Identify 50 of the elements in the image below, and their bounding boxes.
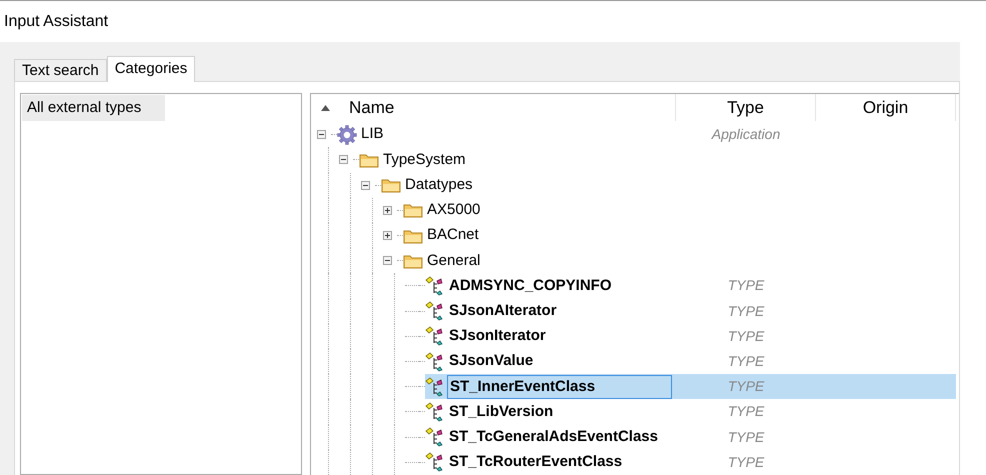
- structure-icon: [425, 452, 445, 472]
- structure-icon: [425, 326, 445, 346]
- folder-icon: [359, 152, 379, 168]
- structure-icon: [425, 301, 445, 322]
- type-cell-text: TYPE: [728, 452, 764, 472]
- tree-item-label[interactable]: LIB: [359, 123, 386, 146]
- tree-item-label[interactable]: ST_TcGeneralAdsEventClass: [447, 426, 660, 448]
- type-cell-text: TYPE: [728, 377, 764, 396]
- tree-item-label[interactable]: SJsonAIterator: [447, 300, 559, 322]
- expand-icon[interactable]: [383, 231, 392, 240]
- tree-item-label[interactable]: Datatypes: [403, 174, 475, 196]
- collapse-icon[interactable]: [383, 256, 392, 266]
- type-cell-text: TYPE: [728, 276, 764, 296]
- tab[interactable]: Text search: [14, 59, 107, 81]
- collapse-icon[interactable]: [317, 130, 326, 140]
- type-cell-text: Application: [712, 125, 780, 144]
- structure-icon: [425, 427, 445, 448]
- tab[interactable]: Categories: [106, 56, 196, 82]
- column-header[interactable]: Origin: [816, 94, 956, 122]
- tree-item-label[interactable]: ADMSYNC_COPYINFO: [447, 274, 614, 298]
- tree-item-label[interactable]: SJsonIterator: [447, 325, 548, 348]
- structure-icon: [425, 376, 445, 397]
- tree-item-label[interactable]: ST_InnerEventClass: [447, 374, 672, 399]
- tree-item-label[interactable]: SJsonValue: [447, 350, 536, 373]
- folder-icon: [403, 252, 423, 269]
- column-header[interactable]: Type: [676, 94, 816, 122]
- column-header[interactable]: Name: [311, 94, 676, 122]
- folder-icon: [381, 177, 401, 194]
- gear-icon: [337, 124, 357, 145]
- structure-icon: [425, 276, 445, 296]
- collapse-icon[interactable]: [361, 180, 370, 190]
- type-cell-text: TYPE: [728, 428, 764, 447]
- window-title: Input Assistant: [4, 12, 108, 32]
- type-cell-text: TYPE: [728, 352, 764, 372]
- type-cell-text: TYPE: [728, 402, 764, 422]
- tree-item-label[interactable]: TypeSystem: [381, 148, 468, 172]
- expand-icon[interactable]: [383, 206, 392, 215]
- folder-icon: [403, 202, 423, 218]
- collapse-icon[interactable]: [339, 155, 348, 164]
- tree-item-label[interactable]: BACnet: [425, 224, 481, 247]
- structure-icon: [425, 402, 445, 422]
- type-cell-text: TYPE: [728, 302, 764, 321]
- tree-item-label[interactable]: ST_LibVersion: [447, 400, 556, 424]
- tree-item-label[interactable]: General: [425, 250, 482, 272]
- tree-item-label[interactable]: AX5000: [425, 199, 482, 222]
- tree-item-label[interactable]: ST_TcRouterEventClass: [447, 451, 624, 474]
- type-cell-text: TYPE: [728, 326, 764, 346]
- category-item[interactable]: All external types: [22, 95, 165, 121]
- structure-icon: [425, 352, 445, 372]
- folder-icon: [403, 228, 423, 244]
